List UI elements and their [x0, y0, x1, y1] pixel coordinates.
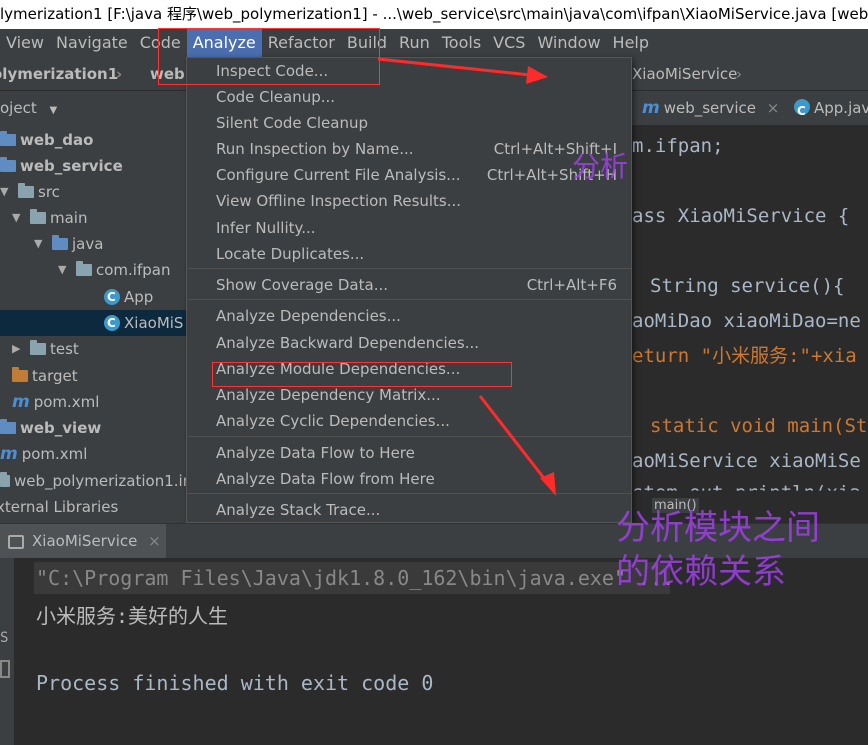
annotation-arrows [377, 57, 556, 496]
arrow-line [377, 57, 541, 78]
annotation-analyze: 分析 [572, 150, 629, 183]
annotation-module-line2: 的依赖关系 [616, 552, 786, 592]
annotation-module-line1: 分析模块之间 [616, 508, 820, 548]
arrow-head [526, 66, 548, 84]
arrow-line [478, 395, 552, 487]
